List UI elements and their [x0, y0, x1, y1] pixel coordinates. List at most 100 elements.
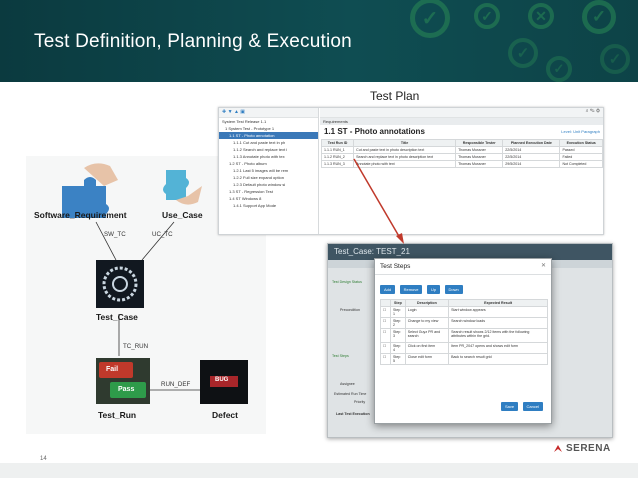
brand-name: SERENA: [566, 443, 611, 454]
tree-item[interactable]: 1.1.2 Search and replace text i: [219, 146, 318, 153]
footer-band: [0, 463, 638, 478]
column-header[interactable]: Expected Result: [448, 299, 548, 307]
tree-item[interactable]: 1.3 ST - Regression Test: [219, 188, 318, 195]
cell: Close edit form: [404, 353, 450, 365]
cell: 22/5/2014: [502, 153, 561, 161]
table-row[interactable]: ☐ Step 5 Close edit form Back to search …: [380, 353, 548, 365]
steps-toolbar: Add Remove Up Down: [375, 275, 551, 299]
run-def-edge-label: RUN_DEF: [161, 381, 191, 388]
save-button[interactable]: Save: [500, 402, 519, 411]
row-checkbox[interactable]: ☐: [380, 317, 391, 329]
close-icon[interactable]: ✕: [541, 262, 546, 269]
row-checkbox[interactable]: ☐: [380, 328, 391, 343]
cell: Change to my view: [404, 317, 450, 329]
cell: Back to search result grid: [448, 353, 548, 365]
row-checkbox[interactable]: ☐: [380, 342, 391, 354]
test-case-label: Test_Case: [96, 312, 138, 322]
folder-icon[interactable]: ▣: [240, 109, 245, 115]
tree-item[interactable]: 1 System Test - Prototype 1: [219, 125, 318, 132]
tree-item[interactable]: 1.4 ST Windows 8: [219, 195, 318, 202]
check-circle-icon: ✓: [410, 0, 450, 38]
check-circle-icon: ✓: [508, 38, 538, 68]
cell: Select Guyz PR and search: [404, 328, 450, 343]
table-row[interactable]: 1.1.1 RUN_1 Cut and paste text in photo …: [320, 146, 603, 154]
pass-image-text: Pass: [118, 386, 135, 393]
cell: Step 2: [390, 317, 406, 329]
cell: Login: [404, 306, 450, 318]
side-label: Test Design Status: [332, 280, 362, 284]
tree-item[interactable]: System Test Release 1.1: [219, 118, 318, 125]
select-column: [380, 299, 391, 307]
title-banner: Test Definition, Planning & Execution ✓ …: [0, 0, 638, 82]
column-header[interactable]: Step: [390, 299, 406, 307]
tree-item[interactable]: 1.2.3 Default photo window si: [219, 181, 318, 188]
table-row[interactable]: ☐ Step 1 Login Start window appears: [380, 306, 548, 318]
dialog-title: Test Steps: [380, 263, 411, 270]
detail-toolbar: ⌕ ✎ ⚙: [320, 108, 603, 118]
row-checkbox[interactable]: ☐: [380, 306, 391, 318]
column-header[interactable]: Planned Execution Date: [502, 139, 561, 147]
cell: Failed: [559, 153, 603, 161]
table-header-row: Step Description Expected Result: [380, 299, 548, 307]
side-label: Precondition: [340, 308, 360, 312]
tree-item[interactable]: 1.2.1 Last 5 images will be rem: [219, 167, 318, 174]
cell: 22/5/2014: [502, 146, 561, 154]
tree-item[interactable]: 1.1 ST - Photo annotation: [219, 132, 318, 139]
tree-item[interactable]: 1.2.2 Full size expand option: [219, 174, 318, 181]
cell: Item PR_2047 opens and shows edit form: [448, 342, 548, 354]
edit-icon[interactable]: ✎: [590, 108, 595, 114]
page-title: Test Definition, Planning & Execution: [34, 31, 352, 52]
test-plan-title: Test Plan: [370, 89, 420, 103]
table-row[interactable]: 1.1.3 RUN_3 Annotate photo with text Tho…: [320, 160, 603, 168]
uc-tc-edge-label: UC_TC: [152, 231, 173, 238]
column-header[interactable]: Test Run ID: [320, 139, 355, 147]
cell: Not Completed: [559, 160, 603, 168]
fail-image-text: Fail: [106, 366, 119, 373]
tree-item[interactable]: 1.1.1 Cut and paste text in ph: [219, 139, 318, 146]
settings-icon[interactable]: ⚙: [596, 108, 600, 114]
column-header[interactable]: Responsible Tester: [455, 139, 504, 147]
column-header[interactable]: Description: [404, 299, 450, 307]
cell: Passed: [559, 146, 603, 154]
check-circle-icon: ✓: [546, 56, 572, 82]
search-icon[interactable]: ⌕: [586, 108, 589, 114]
cell: Cut and paste text in photo description …: [353, 146, 457, 154]
table-row[interactable]: 1.1.2 RUN_2 Search and replace text in p…: [320, 153, 603, 161]
cell: Step 1: [390, 306, 406, 318]
move-up-button[interactable]: Up: [426, 285, 441, 294]
column-header[interactable]: Execution Status: [559, 139, 603, 147]
level-selector[interactable]: Level: Unit Paragraph: [561, 129, 600, 134]
side-label: Priority: [354, 400, 366, 404]
test-plan-window: ✚ ▼ ▲ ▣ System Test Release 1.1 1 System…: [218, 107, 604, 235]
defect-label: Defect: [212, 410, 238, 420]
tree-item[interactable]: 1.2 ST - Photo album: [219, 160, 318, 167]
column-header[interactable]: Title: [353, 139, 457, 147]
add-icon[interactable]: ✚: [222, 109, 226, 115]
cell: Thomas Mussner: [455, 153, 504, 161]
table-row[interactable]: ☐ Step 2 Change to my view Search window…: [380, 317, 548, 329]
plan-tree: ✚ ▼ ▲ ▣ System Test Release 1.1 1 System…: [219, 108, 319, 234]
table-row[interactable]: ☐ Step 3 Select Guyz PR and search Searc…: [380, 328, 548, 343]
cell: Start window appears: [448, 306, 548, 318]
tree-item[interactable]: 1.4.1 Support App Mode: [219, 202, 318, 209]
plan-detail: ⌕ ✎ ⚙ Requirements 1.1 ST - Photo annota…: [320, 108, 603, 234]
cell: Step 3: [390, 328, 406, 343]
row-checkbox[interactable]: ☐: [380, 353, 391, 365]
arrow-up-icon[interactable]: ▲: [234, 109, 239, 115]
test-run-label: Test_Run: [98, 410, 137, 420]
use-case-label: Use_Case: [162, 210, 203, 220]
tree-item[interactable]: 1.1.3 Annotate photo with tex: [219, 153, 318, 160]
test-case-title: Test_Case: TEST_21: [334, 247, 410, 256]
requirements-bar: Requirements: [320, 118, 603, 125]
add-step-button[interactable]: Add: [380, 285, 396, 294]
move-down-button[interactable]: Down: [444, 285, 463, 294]
serena-logo-icon: [554, 445, 562, 452]
remove-step-button[interactable]: Remove: [399, 285, 423, 294]
cell: Search window loads: [448, 317, 548, 329]
arrow-down-icon[interactable]: ▼: [228, 109, 233, 115]
table-header-row: Test Run ID Title Responsible Tester Pla…: [320, 139, 603, 147]
cancel-button[interactable]: Cancel: [522, 402, 543, 411]
page-number: 14: [40, 456, 47, 462]
tree-toolbar: ✚ ▼ ▲ ▣: [219, 108, 318, 118]
table-row[interactable]: ☐ Step 4 Click on first item Item PR_204…: [380, 342, 548, 354]
